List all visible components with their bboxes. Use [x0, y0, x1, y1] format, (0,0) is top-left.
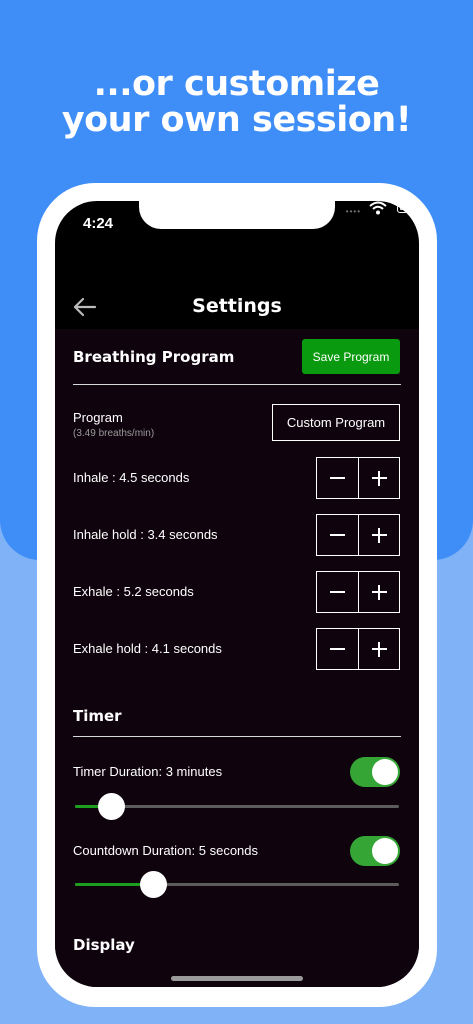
wifi-icon	[369, 201, 387, 215]
inhale-hold-label: Inhale hold : 3.4 seconds	[73, 527, 218, 542]
exhale-stepper	[316, 571, 400, 613]
exhale-label: Exhale : 5.2 seconds	[73, 584, 194, 599]
exhale-hold-decrease-button[interactable]	[317, 629, 358, 669]
inhale-hold-increase-button[interactable]	[357, 515, 400, 555]
home-indicator	[171, 976, 303, 981]
countdown-duration-label: Countdown Duration: 5 seconds	[73, 843, 259, 858]
toggle-knob	[372, 838, 398, 864]
status-time: 4:24	[83, 215, 114, 232]
inhale-stepper	[316, 457, 400, 499]
divider	[73, 736, 401, 737]
countdown-duration-toggle[interactable]	[350, 836, 400, 866]
phone-notch	[139, 201, 335, 229]
program-label: Program	[73, 410, 123, 425]
slider-thumb[interactable]	[97, 793, 125, 820]
section-title-breathing: Breathing Program	[73, 348, 235, 366]
exhale-hold-increase-button[interactable]	[357, 629, 400, 669]
timer-duration-label: Timer Duration: 3 minutes	[73, 764, 223, 779]
page-title: Settings	[192, 295, 282, 317]
inhale-hold-stepper	[316, 514, 400, 556]
nav-bar: Settings	[55, 285, 419, 329]
inhale-label: Inhale : 4.5 seconds	[73, 470, 190, 485]
countdown-duration-slider[interactable]	[75, 871, 399, 898]
slider-thumb[interactable]	[139, 871, 167, 898]
battery-icon	[397, 202, 419, 213]
section-title-timer: Timer	[73, 707, 122, 725]
toggle-knob	[372, 759, 398, 785]
section-title-display: Display	[73, 936, 135, 954]
promo-headline: ...or customize your own session!	[0, 66, 473, 138]
inhale-hold-decrease-button[interactable]	[317, 515, 358, 555]
program-select-button[interactable]: Custom Program	[272, 404, 400, 441]
exhale-hold-label: Exhale hold : 4.1 seconds	[73, 641, 222, 656]
inhale-increase-button[interactable]	[357, 458, 400, 498]
signal-icon: ••••	[345, 207, 361, 216]
settings-content: Breathing Program Save Program Program (…	[55, 329, 419, 987]
exhale-increase-button[interactable]	[357, 572, 400, 612]
timer-duration-toggle[interactable]	[350, 757, 400, 787]
program-rate: (3.49 breaths/min)	[73, 428, 155, 439]
timer-duration-slider[interactable]	[75, 793, 399, 820]
divider	[73, 384, 401, 385]
save-program-button[interactable]: Save Program	[302, 339, 400, 374]
headline-line-1: ...or customize	[93, 64, 380, 104]
phone-screen: 4:24 •••• Settings Breathing Program Sav…	[55, 201, 419, 987]
exhale-decrease-button[interactable]	[317, 572, 358, 612]
exhale-hold-stepper	[316, 628, 400, 670]
inhale-decrease-button[interactable]	[317, 458, 358, 498]
headline-line-2: your own session!	[61, 100, 412, 140]
